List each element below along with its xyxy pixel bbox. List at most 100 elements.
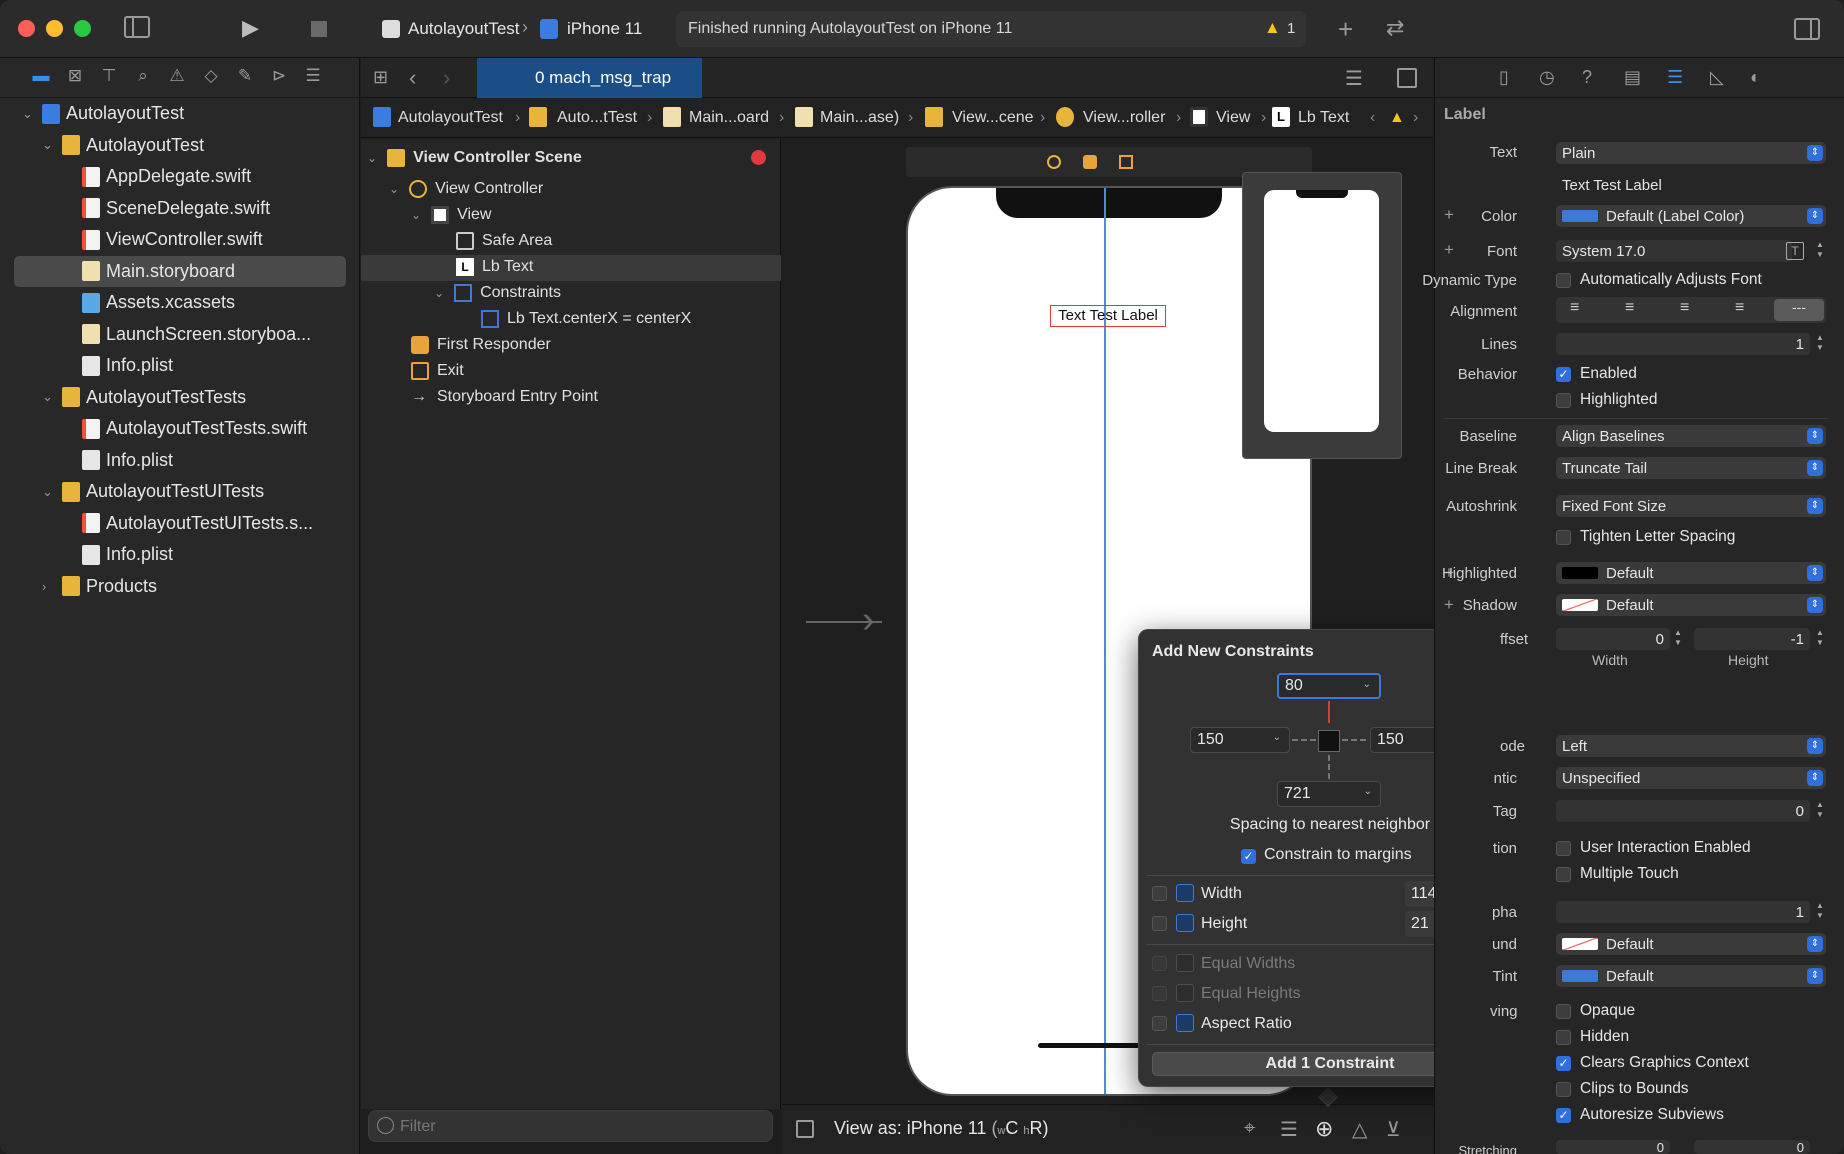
top-constraint-strut[interactable] bbox=[1328, 701, 1330, 723]
size-inspector-icon[interactable]: ◺ bbox=[1710, 67, 1724, 88]
outline-constraints-row[interactable]: ⌄ Constraints bbox=[434, 280, 561, 306]
close-window-button[interactable] bbox=[18, 20, 35, 37]
highlighted-color-popup[interactable]: Default ⇕ bbox=[1556, 562, 1826, 584]
update-frames-icon[interactable]: ⌖ bbox=[1244, 1117, 1255, 1140]
test-icon[interactable]: ◇ bbox=[198, 66, 224, 90]
breadcrumb-storyboard[interactable]: Main...oard bbox=[689, 109, 769, 127]
file-tree-row[interactable]: ⌄ AutolayoutTestUITests bbox=[0, 476, 360, 507]
line-break-popup[interactable]: Truncate Tail ⇕ bbox=[1556, 457, 1826, 479]
lines-field[interactable]: 1 bbox=[1556, 333, 1810, 355]
offset-height-field[interactable]: -1 bbox=[1694, 628, 1810, 650]
minimap[interactable] bbox=[1242, 172, 1402, 459]
selected-file-row[interactable]: Main.storyboard bbox=[14, 255, 346, 287]
tag-field[interactable]: 0 bbox=[1556, 800, 1810, 822]
source-control-icon[interactable]: ⊠ bbox=[62, 66, 88, 90]
autoresize-checkbox[interactable]: ✓ bbox=[1556, 1108, 1571, 1123]
offset-width-field[interactable]: 0 bbox=[1556, 628, 1670, 650]
embed-in-icon[interactable]: ⊻ bbox=[1386, 1117, 1401, 1142]
outline-lb-text-row[interactable]: L Lb Text bbox=[456, 254, 533, 280]
file-tree-row[interactable]: Assets.xcassets bbox=[0, 287, 360, 318]
search-icon[interactable]: ⌕ bbox=[130, 66, 156, 90]
align-natural-icon[interactable]: --- bbox=[1774, 299, 1824, 321]
align-icon[interactable]: ☰ bbox=[1280, 1117, 1298, 1142]
content-mode-popup[interactable]: Left ⇕ bbox=[1556, 735, 1826, 757]
outline-view-row[interactable]: ⌄ View bbox=[411, 202, 491, 228]
file-tree-row[interactable]: ⌄ AutolayoutTest bbox=[0, 130, 360, 161]
next-issue-icon[interactable]: › bbox=[1413, 109, 1418, 127]
debug-icon[interactable]: ✎ bbox=[232, 66, 258, 90]
font-stepper[interactable]: ▲ ▼ bbox=[1814, 240, 1826, 262]
help-inspector-icon[interactable]: ? bbox=[1582, 67, 1592, 88]
enabled-checkbox[interactable]: ✓ bbox=[1556, 367, 1571, 382]
stretch-x-field[interactable]: 0 bbox=[1556, 1140, 1670, 1154]
font-picker-icon[interactable]: T bbox=[1786, 242, 1804, 260]
breakpoint-icon[interactable]: ⊳ bbox=[266, 66, 292, 90]
filter-field[interactable]: Filter bbox=[368, 1110, 773, 1142]
zoom-window-button[interactable] bbox=[74, 20, 91, 37]
breadcrumb-folder[interactable]: Auto...tTest bbox=[557, 109, 637, 127]
identity-inspector-icon[interactable]: ▤ bbox=[1624, 67, 1641, 88]
outline-toggle-icon[interactable] bbox=[796, 1120, 814, 1138]
minimize-window-button[interactable] bbox=[46, 20, 63, 37]
bottom-spacing-field[interactable]: 721 ⌄ bbox=[1277, 781, 1381, 807]
outline-first-responder-row[interactable]: First Responder bbox=[411, 332, 551, 358]
grid-icon[interactable]: ⊞ bbox=[373, 67, 388, 88]
chevron-down-icon[interactable]: ⌄ bbox=[42, 137, 56, 153]
connections-inspector-icon[interactable]: ◐ bbox=[1750, 67, 1761, 88]
text-test-label[interactable]: Text Test Label bbox=[1050, 305, 1166, 327]
outline-exit-row[interactable]: Exit bbox=[411, 358, 464, 384]
outline-entry-point-row[interactable]: → Storyboard Entry Point bbox=[411, 384, 598, 410]
attributes-inspector-icon[interactable]: ☰ bbox=[1667, 67, 1683, 88]
file-tree-row[interactable]: ⌄ AutolayoutTest bbox=[0, 98, 360, 129]
hidden-checkbox[interactable] bbox=[1556, 1030, 1571, 1045]
file-tree-row[interactable]: AppDelegate.swift bbox=[0, 161, 360, 192]
previous-issue-icon[interactable]: ‹ bbox=[1370, 109, 1375, 127]
trailing-constraint-strut[interactable] bbox=[1342, 739, 1366, 741]
align-center-icon[interactable]: ≡ bbox=[1625, 299, 1634, 317]
outline-scene-row[interactable]: ⌄ View Controller Scene bbox=[367, 145, 582, 171]
swap-arrows-icon[interactable]: ⇄ bbox=[1386, 15, 1404, 41]
shadow-popup[interactable]: Default ⇕ bbox=[1556, 594, 1826, 616]
tag-stepper[interactable]: ▲ ▼ bbox=[1814, 800, 1826, 822]
alpha-stepper[interactable]: ▲ ▼ bbox=[1814, 901, 1826, 923]
inspector-toggle-icon[interactable] bbox=[1794, 18, 1820, 40]
file-tree-row[interactable]: AutolayoutTestTests.swift bbox=[0, 413, 360, 444]
chevron-down-icon[interactable]: ⌄ bbox=[22, 106, 36, 122]
offset-width-stepper[interactable]: ▲ ▼ bbox=[1672, 628, 1684, 650]
warning-icon[interactable]: ▲ bbox=[1264, 18, 1281, 38]
width-checkbox[interactable] bbox=[1152, 886, 1167, 901]
outline-safe-area-row[interactable]: Safe Area bbox=[456, 228, 552, 254]
history-inspector-icon[interactable]: ◷ bbox=[1539, 67, 1555, 88]
run-icon[interactable]: ▶ bbox=[242, 15, 259, 41]
file-tree-row[interactable]: Info.plist bbox=[0, 350, 360, 381]
add-constraints-icon[interactable]: ⊕ bbox=[1315, 1116, 1333, 1142]
align-left-icon[interactable]: ≡ bbox=[1570, 299, 1579, 317]
error-badge-icon[interactable] bbox=[751, 150, 766, 165]
align-justify-icon[interactable]: ≡ bbox=[1735, 299, 1744, 317]
file-tree-row[interactable]: Info.plist bbox=[0, 445, 360, 476]
breadcrumb-view-controller[interactable]: View...roller bbox=[1083, 109, 1165, 127]
issue-icon[interactable]: ⚠ bbox=[164, 66, 190, 90]
sidebar-toggle-icon[interactable] bbox=[124, 16, 150, 38]
outline-view-controller-row[interactable]: ⌄ View Controller bbox=[389, 176, 543, 202]
bottom-constraint-strut[interactable] bbox=[1328, 755, 1330, 779]
clears-graphics-checkbox[interactable]: ✓ bbox=[1556, 1056, 1571, 1071]
breadcrumb-label[interactable]: Lb Text bbox=[1298, 109, 1349, 127]
tab-mach-msg-trap[interactable]: 0 mach_msg_trap bbox=[477, 58, 702, 98]
font-field[interactable]: System 17.0 bbox=[1556, 240, 1792, 262]
warning-icon[interactable]: ▲ bbox=[1389, 109, 1405, 127]
semantic-popup[interactable]: Unspecified ⇕ bbox=[1556, 767, 1826, 789]
file-tree-row[interactable]: ViewController.swift bbox=[0, 224, 360, 255]
file-tree-row[interactable]: AutolayoutTestUITests.s... bbox=[0, 508, 360, 539]
equal-heights-checkbox[interactable] bbox=[1152, 986, 1167, 1001]
resolve-issues-icon[interactable]: △ bbox=[1352, 1117, 1367, 1142]
lines-icon[interactable]: ☰ bbox=[1345, 66, 1363, 91]
report-icon[interactable]: ☰ bbox=[300, 66, 326, 90]
clips-bounds-checkbox[interactable] bbox=[1556, 1082, 1571, 1097]
file-tree-row[interactable]: › Products bbox=[0, 571, 360, 602]
text-value-field[interactable]: Text Test Label bbox=[1556, 174, 1826, 196]
baseline-popup[interactable]: Align Baselines ⇕ bbox=[1556, 425, 1826, 447]
view-as-label[interactable]: View as: iPhone 11 (wC hR) bbox=[834, 1118, 1049, 1139]
lines-stepper[interactable]: ▲ ▼ bbox=[1814, 333, 1826, 355]
background-popup[interactable]: Default ⇕ bbox=[1556, 933, 1826, 955]
